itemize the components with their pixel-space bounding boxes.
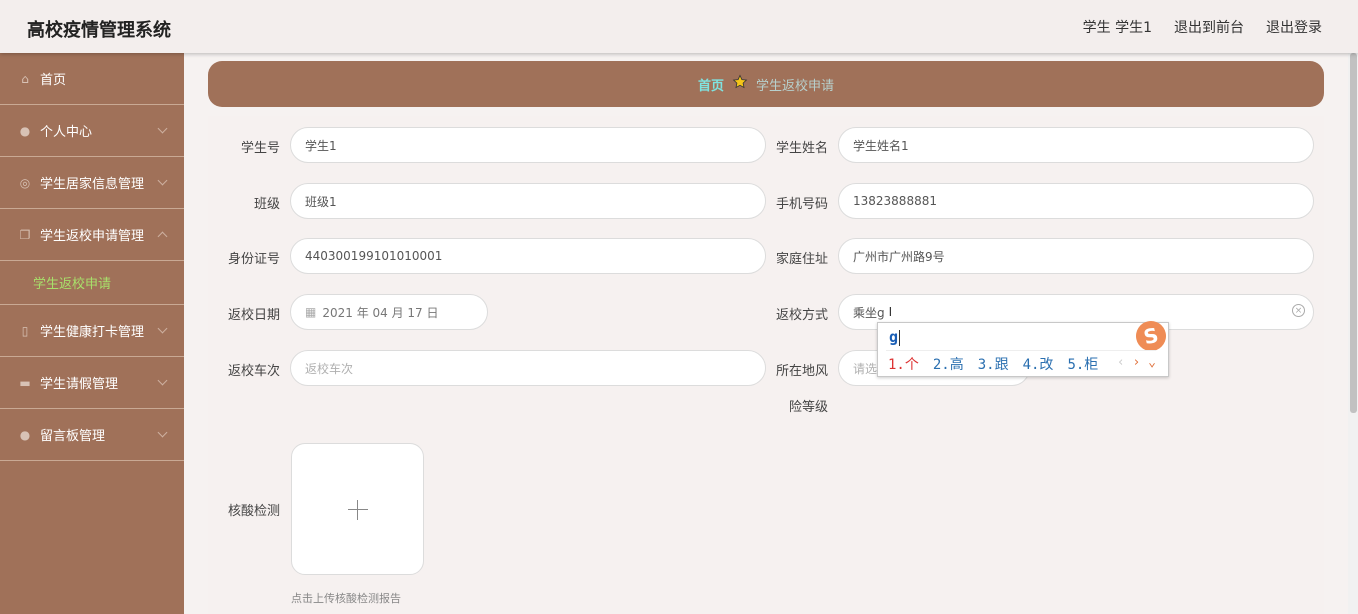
- sidebar-item-home[interactable]: ⌂ 首页: [0, 53, 184, 105]
- phone-field[interactable]: 13823888881: [838, 183, 1314, 219]
- sidebar-item-personal-center[interactable]: ● 个人中心: [0, 105, 184, 157]
- home-icon: ⌂: [21, 71, 29, 86]
- class-field[interactable]: 班级1: [290, 183, 766, 219]
- copy-icon: ❐: [19, 227, 31, 242]
- upload-hint: 点击上传核酸检测报告: [291, 592, 401, 605]
- phone-label: 手机号码: [775, 197, 828, 212]
- current-user[interactable]: 学生 学生1: [1083, 17, 1152, 37]
- return-method-label: 返校方式: [775, 308, 828, 323]
- sidebar-item-return-application[interactable]: ❐ 学生返校申请管理: [0, 209, 184, 261]
- sidebar-item-health-checkin[interactable]: ▯ 学生健康打卡管理: [0, 305, 184, 357]
- scrollbar-thumb[interactable]: [1350, 53, 1357, 413]
- nucleic-test-label: 核酸检测: [227, 504, 280, 519]
- sidebar-item-home-info[interactable]: ◎ 学生居家信息管理: [0, 157, 184, 209]
- chevron-down-icon: [157, 427, 168, 438]
- phone-icon: ▯: [21, 323, 29, 338]
- sidebar-item-label: 学生请假管理: [40, 377, 119, 392]
- sidebar-item-label: 首页: [40, 73, 67, 88]
- chevron-left-icon[interactable]: ‹: [1117, 355, 1125, 370]
- page-scrollbar[interactable]: [1348, 53, 1358, 614]
- app-title: 高校疫情管理系统: [27, 20, 171, 41]
- sidebar-item-label: 个人中心: [40, 125, 93, 140]
- settings-icon: ◎: [19, 175, 31, 190]
- user-icon: ●: [19, 427, 31, 442]
- return-method-value: 乘坐g: [853, 305, 885, 320]
- nucleic-upload-button[interactable]: [291, 443, 424, 575]
- sidebar-item-label: 学生健康打卡管理: [40, 325, 145, 340]
- sidebar-item-label: 学生返校申请管理: [40, 229, 145, 244]
- return-date-value: 2021 年 04 月 17 日: [322, 305, 439, 320]
- chat-icon: ▬: [19, 375, 31, 390]
- train-field[interactable]: 返校车次: [290, 350, 766, 386]
- ime-page-arrows[interactable]: ‹ › ⌄: [1117, 355, 1156, 370]
- chevron-down-icon: [157, 123, 168, 134]
- ime-composition: g: [889, 328, 901, 346]
- return-date-label: 返校日期: [227, 308, 280, 323]
- user-icon: ●: [19, 123, 31, 138]
- text-cursor-icon: I: [888, 305, 893, 319]
- chevron-down-icon: [157, 323, 168, 334]
- calendar-icon: ▦: [305, 305, 317, 319]
- address-field[interactable]: 广州市广州路9号: [838, 238, 1314, 274]
- student-no-field[interactable]: 学生1: [290, 127, 766, 163]
- risk-label-line1: 所在地风: [775, 364, 828, 379]
- sidebar-item-leave[interactable]: ▬ 学生请假管理: [0, 357, 184, 409]
- breadcrumb-home[interactable]: 首页: [698, 75, 724, 94]
- student-name-label: 学生姓名: [775, 141, 828, 156]
- ime-candidate[interactable]: 1.个: [888, 354, 919, 374]
- chevron-down-icon: [157, 375, 168, 386]
- sidebar-subitem-return-application[interactable]: 学生返校申请: [0, 261, 184, 305]
- sidebar-item-label: 学生居家信息管理: [40, 177, 145, 192]
- chevron-right-icon[interactable]: ›: [1133, 355, 1141, 370]
- clear-icon[interactable]: ×: [1292, 304, 1305, 317]
- sidebar: ⌂ 首页 ● 个人中心 ◎ 学生居家信息管理 ❐ 学生返校申请管理 学生返校申请…: [0, 53, 184, 614]
- chevron-down-icon: [157, 175, 168, 186]
- top-bar: 高校疫情管理系统 学生 学生1 退出到前台 退出登录: [0, 0, 1358, 53]
- id-label: 身份证号: [227, 252, 280, 267]
- student-no-label: 学生号: [240, 141, 280, 156]
- logout-link[interactable]: 退出登录: [1266, 17, 1322, 37]
- sogou-logo-icon: S: [1133, 318, 1169, 354]
- student-name-field[interactable]: 学生姓名1: [838, 127, 1314, 163]
- ime-candidate[interactable]: 5.柜: [1067, 354, 1098, 374]
- breadcrumb: 首页 学生返校申请: [208, 61, 1324, 107]
- train-label: 返校车次: [227, 364, 280, 379]
- breadcrumb-current: 学生返校申请: [756, 78, 835, 94]
- ime-candidate[interactable]: 3.跟: [978, 354, 1009, 374]
- ime-candidate[interactable]: 4.改: [1023, 354, 1054, 374]
- ime-candidate[interactable]: 2.高: [933, 354, 964, 374]
- sidebar-item-label: 留言板管理: [40, 429, 106, 444]
- chevron-down-icon[interactable]: ⌄: [1148, 355, 1156, 370]
- sidebar-item-message-board[interactable]: ● 留言板管理: [0, 409, 184, 461]
- return-date-picker[interactable]: ▦ 2021 年 04 月 17 日: [290, 294, 488, 330]
- class-label: 班级: [253, 197, 280, 212]
- ime-divider: [886, 350, 1156, 351]
- risk-label-line2: 险等级: [788, 400, 828, 415]
- star-icon: [732, 74, 748, 94]
- chevron-up-icon: [157, 231, 168, 242]
- ime-candidate-window: g S 1.个 2.高 3.跟 4.改 5.柜 ‹ › ⌄: [877, 318, 1169, 377]
- exit-to-front-link[interactable]: 退出到前台: [1174, 17, 1244, 37]
- address-label: 家庭住址: [775, 252, 828, 267]
- ime-candidates: 1.个 2.高 3.跟 4.改 5.柜: [888, 354, 1098, 374]
- top-nav: 学生 学生1 退出到前台 退出登录: [1083, 17, 1322, 37]
- id-field[interactable]: 440300199101010001: [290, 238, 766, 274]
